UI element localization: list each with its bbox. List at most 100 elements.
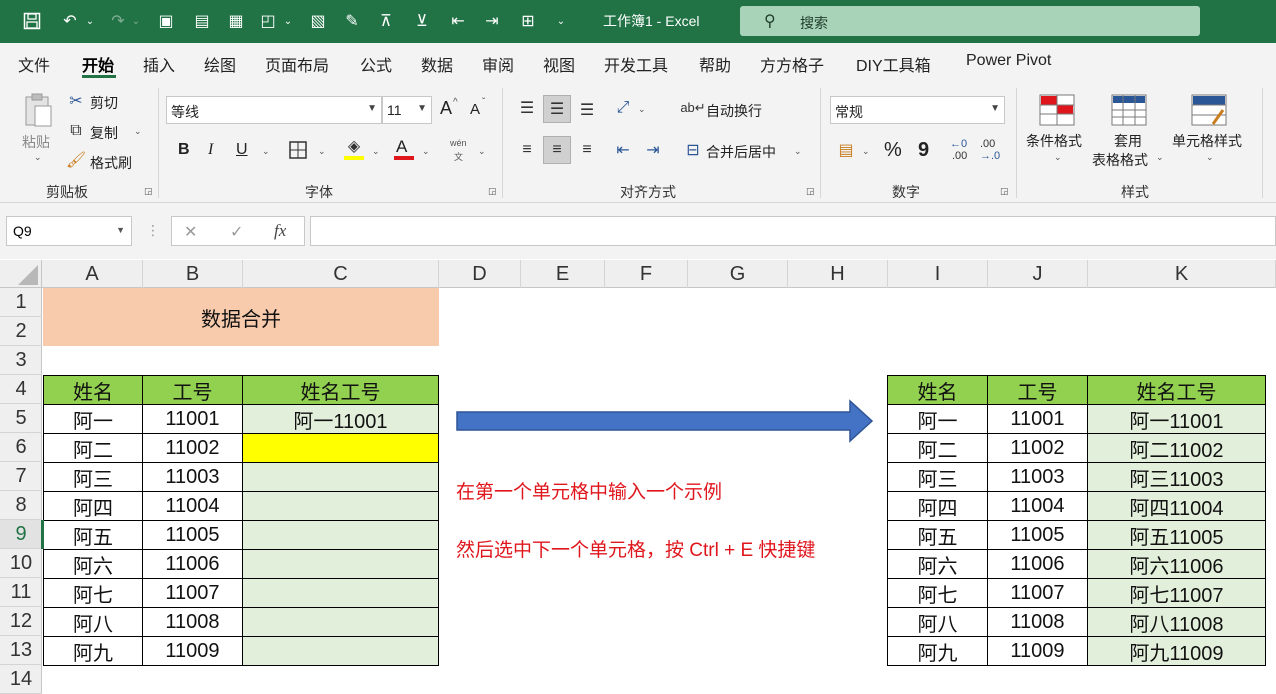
table-cell[interactable]: 11006	[987, 549, 1088, 579]
qat-filter-icon[interactable]: ⊼	[374, 10, 398, 32]
table-format-button-line1[interactable]: 套用	[1114, 131, 1142, 151]
table-cell[interactable]: 11007	[142, 578, 243, 608]
table-cell[interactable]: 11007	[987, 578, 1088, 608]
title-cell[interactable]: 数据合并	[43, 288, 439, 346]
phonetic-dropdown-icon[interactable]: ⌄	[478, 146, 486, 157]
comma-button[interactable]: 9	[918, 139, 929, 162]
table-cell[interactable]: 11005	[142, 520, 243, 550]
qat-sheet-icon[interactable]: ▤	[190, 10, 214, 32]
qat-delete-col-icon[interactable]: ⇥	[480, 10, 504, 32]
table-cell[interactable]: 阿三	[887, 462, 988, 492]
row-header[interactable]: 4	[0, 375, 42, 404]
tab-data[interactable]: 数据	[421, 52, 453, 76]
tab-draw[interactable]: 绘图	[204, 52, 236, 76]
table-cell[interactable]: 11003	[987, 462, 1088, 492]
conditional-format-icon[interactable]	[1038, 92, 1076, 128]
phonetic-top[interactable]: wén	[450, 138, 467, 148]
table-cell[interactable]: 11001	[142, 404, 243, 434]
qat-shapes-icon[interactable]: ◰	[256, 10, 280, 32]
qat-brush-icon[interactable]: ✎	[340, 10, 364, 32]
enter-icon[interactable]: ✓	[230, 222, 243, 242]
header-cell[interactable]: 姓名工号	[1087, 375, 1266, 405]
merge-dropdown-icon[interactable]: ⌄	[794, 146, 802, 157]
number-launcher-icon[interactable]: ◲	[1000, 186, 1009, 197]
row-header[interactable]: 8	[0, 491, 42, 520]
table-format-dropdown-icon[interactable]: ⌄	[1156, 152, 1164, 163]
table-cell[interactable]: 11009	[987, 636, 1088, 666]
table-cell[interactable]: 阿八	[887, 607, 988, 637]
font-color-dropdown-icon[interactable]: ⌄	[422, 146, 430, 157]
table-cell[interactable]: 阿七11007	[1087, 578, 1266, 608]
table-cell[interactable]: 阿六11006	[1087, 549, 1266, 579]
column-header-c[interactable]: C	[243, 260, 439, 288]
table-format-icon[interactable]	[1110, 92, 1148, 128]
tab-developer[interactable]: 开发工具	[604, 52, 668, 76]
table-cell[interactable]: 11008	[987, 607, 1088, 637]
copy-dropdown-icon[interactable]: ⌄	[134, 126, 142, 137]
table-cell[interactable]: 11002	[987, 433, 1088, 463]
undo-icon[interactable]: ↶	[58, 10, 82, 32]
table-cell[interactable]	[242, 433, 439, 463]
qat-document-icon[interactable]: ▧	[306, 10, 330, 32]
tab-help[interactable]: 帮助	[699, 52, 731, 76]
column-header-i[interactable]: I	[888, 260, 988, 288]
table-cell[interactable]: 11003	[142, 462, 243, 492]
paste-dropdown-icon[interactable]: ⌄	[34, 152, 42, 163]
row-header[interactable]: 11	[0, 578, 42, 607]
table-cell[interactable]: 阿一	[887, 404, 988, 434]
table-cell[interactable]	[242, 549, 439, 579]
table-cell[interactable]: 阿二	[887, 433, 988, 463]
qat-picture-icon[interactable]: ▦	[224, 10, 248, 32]
qat-merge-icon[interactable]: ⊻	[410, 10, 434, 32]
column-header-g[interactable]: G	[688, 260, 788, 288]
table-cell[interactable]: 阿七	[43, 578, 143, 608]
cell-styles-icon[interactable]	[1190, 92, 1228, 128]
conditional-format-dropdown-icon[interactable]: ⌄	[1054, 152, 1062, 163]
column-header-f[interactable]: F	[605, 260, 688, 288]
table-cell[interactable]: 11004	[142, 491, 243, 521]
qat-form-icon[interactable]: ▣	[154, 10, 178, 32]
table-cell[interactable]: 阿一11001	[242, 404, 439, 434]
header-cell[interactable]: 工号	[142, 375, 243, 405]
table-cell[interactable]	[242, 578, 439, 608]
fill-color-icon[interactable]: ◈	[344, 138, 364, 155]
table-cell[interactable]: 阿四	[887, 491, 988, 521]
table-cell[interactable]: 阿七	[887, 578, 988, 608]
underline-button[interactable]: U	[236, 141, 248, 159]
increase-decimal-b[interactable]: .00	[952, 150, 967, 162]
table-cell[interactable]: 阿九	[43, 636, 143, 666]
table-cell[interactable]: 阿三11003	[1087, 462, 1266, 492]
cancel-icon[interactable]: ✕	[184, 222, 197, 242]
save-icon[interactable]	[20, 10, 44, 32]
merge-center-button[interactable]: 合并后居中	[706, 142, 776, 162]
header-cell[interactable]: 姓名工号	[242, 375, 439, 405]
increase-indent-icon[interactable]: ⇥	[642, 140, 664, 160]
search-input[interactable]: ⚲ 搜索	[740, 6, 1200, 36]
increase-decimal-a[interactable]: ←0	[950, 138, 967, 150]
cut-button[interactable]: 剪切	[90, 93, 118, 113]
table-cell[interactable]	[242, 607, 439, 637]
undo-dropdown-icon[interactable]: ⌄	[84, 10, 96, 32]
table-cell[interactable]: 阿六	[43, 549, 143, 579]
decrease-indent-icon[interactable]: ⇤	[612, 140, 634, 160]
qat-shapes-dropdown-icon[interactable]: ⌄	[282, 10, 294, 32]
table-cell[interactable]: 11002	[142, 433, 243, 463]
shrink-font-button[interactable]: A	[470, 101, 480, 118]
tab-formulas[interactable]: 公式	[360, 52, 392, 76]
borders-dropdown-icon[interactable]: ⌄	[318, 146, 326, 157]
tab-review[interactable]: 审阅	[482, 52, 514, 76]
row-header[interactable]: 12	[0, 607, 42, 636]
font-name-select[interactable]: 等线 ▼	[166, 96, 382, 124]
qat-customize-icon[interactable]: ⌄	[552, 10, 570, 32]
row-header[interactable]: 6	[0, 433, 42, 462]
align-top-icon[interactable]: ☰	[516, 98, 538, 118]
table-cell[interactable]: 阿六	[887, 549, 988, 579]
paste-icon[interactable]	[20, 90, 56, 130]
alignment-launcher-icon[interactable]: ◲	[806, 186, 815, 197]
clipboard-launcher-icon[interactable]: ◲	[144, 186, 153, 197]
header-cell[interactable]: 工号	[987, 375, 1088, 405]
row-header[interactable]: 3	[0, 346, 42, 375]
align-left-icon[interactable]: ≡	[516, 140, 538, 160]
table-cell[interactable]: 阿二	[43, 433, 143, 463]
table-cell[interactable]: 11009	[142, 636, 243, 666]
